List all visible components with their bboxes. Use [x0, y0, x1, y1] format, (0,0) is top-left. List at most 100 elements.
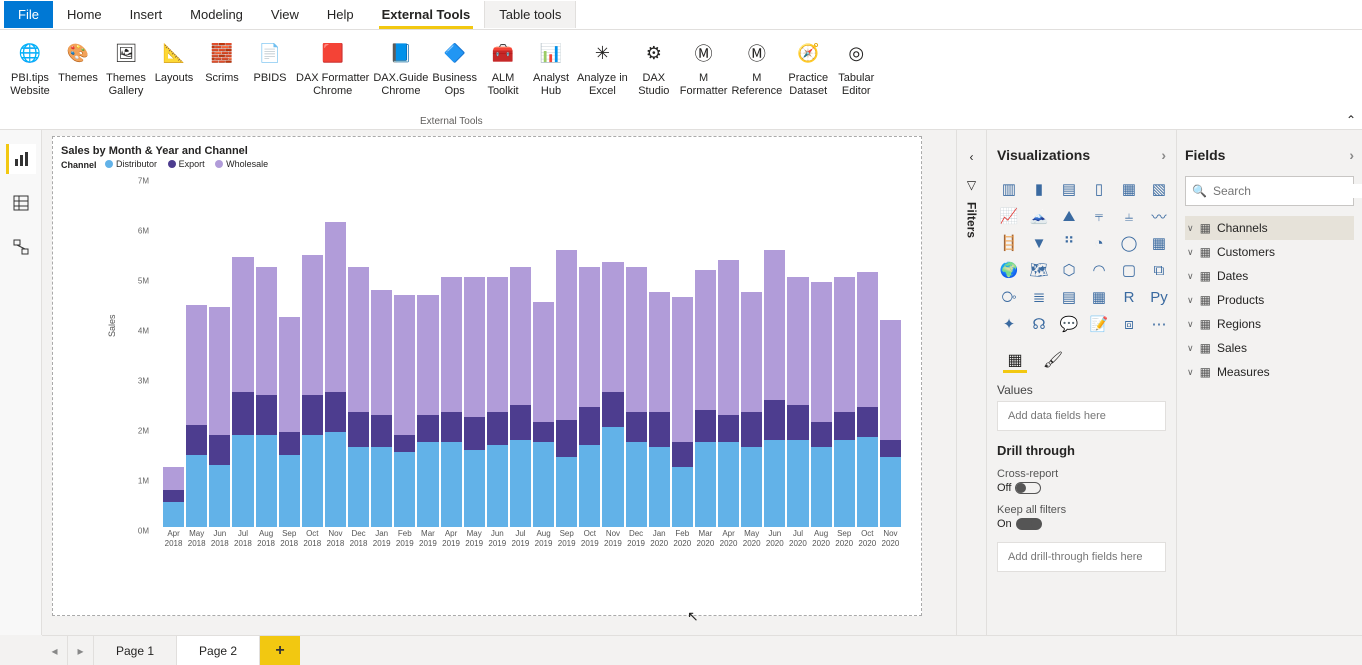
chart-bar[interactable]	[417, 295, 438, 528]
filters-collapsed-pane[interactable]: ‹ ▽ Filters	[956, 130, 986, 635]
chart-bar[interactable]	[672, 297, 693, 527]
cross-report-toggle[interactable]: Off	[997, 482, 1041, 494]
viz-multi-card-icon[interactable]: ⧉	[1147, 259, 1171, 281]
field-table-row[interactable]: ∨ ▦ Customers	[1185, 240, 1354, 264]
viz-narrative-icon[interactable]: 📝	[1087, 313, 1111, 335]
chart-bar[interactable]	[487, 277, 508, 527]
viz-stacked-bar-icon[interactable]: ▥	[997, 178, 1021, 200]
field-table-row[interactable]: ∨ ▦ Regions	[1185, 312, 1354, 336]
viz-py-icon[interactable]: Py	[1147, 286, 1171, 308]
viz-r-icon[interactable]: R	[1117, 286, 1141, 308]
ribbon-tool-6[interactable]: 🟥DAX Formatter Chrome	[296, 34, 369, 98]
ribbon-tool-16[interactable]: ◎Tabular Editor	[834, 34, 878, 98]
menu-modeling[interactable]: Modeling	[176, 1, 257, 28]
viz-paginated-icon[interactable]: ⧈	[1117, 313, 1141, 335]
chart-bar[interactable]	[787, 277, 808, 527]
viz-matrix-icon[interactable]: ▦	[1087, 286, 1111, 308]
viz-clustered-column-icon[interactable]: ▯	[1087, 178, 1111, 200]
viz-map-icon[interactable]: 🌍	[997, 259, 1021, 281]
viz-slicer-icon[interactable]: ≣	[1027, 286, 1051, 308]
viz-funnel-icon[interactable]: ▼	[1027, 232, 1051, 254]
ribbon-tool-0[interactable]: 🌐PBI.tips Website	[8, 34, 52, 98]
viz-stacked-area-icon[interactable]: ⛰	[1057, 205, 1081, 227]
page-add-button[interactable]: +	[260, 636, 300, 665]
field-table-row[interactable]: ∨ ▦ Dates	[1185, 264, 1354, 288]
chart-bar[interactable]	[256, 267, 277, 527]
chart-bar[interactable]	[371, 290, 392, 528]
viz-card-icon[interactable]: ▢	[1117, 259, 1141, 281]
viz-clustered-bar-icon[interactable]: ▤	[1057, 178, 1081, 200]
viz-collapse-chevron[interactable]: ›	[1161, 147, 1166, 163]
viz-100-stacked-column-icon[interactable]: ▧	[1147, 178, 1171, 200]
fields-collapse-chevron[interactable]: ›	[1349, 147, 1354, 163]
chart-bar[interactable]	[602, 262, 623, 527]
chart-bar[interactable]	[279, 317, 300, 527]
ribbon-tool-12[interactable]: ⚙DAX Studio	[632, 34, 676, 98]
chart-bar[interactable]	[626, 267, 647, 527]
ribbon-tool-7[interactable]: 📘DAX.Guide Chrome	[373, 34, 428, 98]
ribbon-tool-4[interactable]: 🧱Scrims	[200, 34, 244, 85]
viz-shape-map-icon[interactable]: ⬡	[1057, 259, 1081, 281]
viz-stacked-column-icon[interactable]: ▮	[1027, 178, 1051, 200]
viz-donut-icon[interactable]: ◯	[1117, 232, 1141, 254]
viz-line-icon[interactable]: 📈	[997, 205, 1021, 227]
chart-bar[interactable]	[209, 307, 230, 527]
viz-waterfall-icon[interactable]: 🪜	[997, 232, 1021, 254]
chart-bar[interactable]	[394, 295, 415, 528]
viz-line-column-icon[interactable]: ⫧	[1087, 205, 1111, 227]
rail-data-view[interactable]	[6, 188, 36, 218]
menu-file[interactable]: File	[4, 1, 53, 28]
rail-model-view[interactable]	[6, 232, 36, 262]
viz-qa-icon[interactable]: 💬	[1057, 313, 1081, 335]
field-table-row[interactable]: ∨ ▦ Sales	[1185, 336, 1354, 360]
menu-external-tools[interactable]: External Tools	[368, 1, 485, 28]
menu-help[interactable]: Help	[313, 1, 368, 28]
ribbon-tool-8[interactable]: 🔷Business Ops	[432, 34, 477, 98]
viz-fields-tab[interactable]: ▦	[1003, 349, 1027, 373]
viz-decomp-icon[interactable]: ☊	[1027, 313, 1051, 335]
chart-bar[interactable]	[441, 277, 462, 527]
chart-bar[interactable]	[579, 267, 600, 527]
filters-expand-chevron[interactable]: ‹	[970, 150, 974, 164]
ribbon-tool-15[interactable]: 🧭Practice Dataset	[786, 34, 830, 98]
viz-100-stacked-bar-icon[interactable]: ▦	[1117, 178, 1141, 200]
report-canvas[interactable]: Sales by Month & Year and Channel Channe…	[52, 136, 922, 616]
viz-ribbon-icon[interactable]: 〰	[1147, 205, 1171, 227]
chart-bar[interactable]	[556, 250, 577, 528]
chart-bar[interactable]	[811, 282, 832, 527]
fields-search-input[interactable]	[1213, 184, 1362, 198]
viz-scatter-icon[interactable]: ⠛	[1057, 232, 1081, 254]
menu-insert[interactable]: Insert	[116, 1, 177, 28]
ribbon-tool-3[interactable]: 📐Layouts	[152, 34, 196, 85]
ribbon-tool-1[interactable]: 🎨Themes	[56, 34, 100, 85]
chart-bar[interactable]	[718, 260, 739, 528]
chart-bar[interactable]	[533, 302, 554, 527]
viz-treemap-icon[interactable]: ▦	[1147, 232, 1171, 254]
field-table-row[interactable]: ∨ ▦ Products	[1185, 288, 1354, 312]
viz-area-icon[interactable]: 🗻	[1027, 205, 1051, 227]
rail-report-view[interactable]	[6, 144, 36, 174]
viz-values-well[interactable]: Add data fields here	[997, 401, 1166, 431]
chart-bar[interactable]	[880, 320, 901, 528]
field-table-row[interactable]: ∨ ▦ Measures	[1185, 360, 1354, 384]
viz-key-influencers-icon[interactable]: ✦	[997, 313, 1021, 335]
ribbon-tool-13[interactable]: ⓂM Formatter	[680, 34, 728, 98]
ribbon-tool-2[interactable]: 🖼Themes Gallery	[104, 34, 148, 98]
chart-bar[interactable]	[348, 267, 369, 527]
chart-bar[interactable]	[302, 255, 323, 528]
ribbon-tool-9[interactable]: 🧰ALM Toolkit	[481, 34, 525, 98]
ribbon-tool-11[interactable]: ✳Analyze in Excel	[577, 34, 628, 98]
menu-table-tools[interactable]: Table tools	[484, 1, 576, 28]
chart-bar[interactable]	[464, 277, 485, 527]
drillthrough-well[interactable]: Add drill-through fields here	[997, 542, 1166, 572]
viz-gauge-icon[interactable]: ◠	[1087, 259, 1111, 281]
ribbon-tool-10[interactable]: 📊Analyst Hub	[529, 34, 573, 98]
chart-bar[interactable]	[857, 272, 878, 527]
viz-table-icon[interactable]: ▤	[1057, 286, 1081, 308]
viz-more-icon[interactable]: ⋯	[1147, 313, 1171, 335]
viz-kpi-icon[interactable]: ⧂	[997, 286, 1021, 308]
chart-bar[interactable]	[649, 292, 670, 527]
viz-filled-map-icon[interactable]: 🗺	[1027, 259, 1051, 281]
ribbon-collapse-button[interactable]: ⌃	[1346, 113, 1356, 127]
keep-filters-toggle[interactable]: On	[997, 518, 1042, 530]
